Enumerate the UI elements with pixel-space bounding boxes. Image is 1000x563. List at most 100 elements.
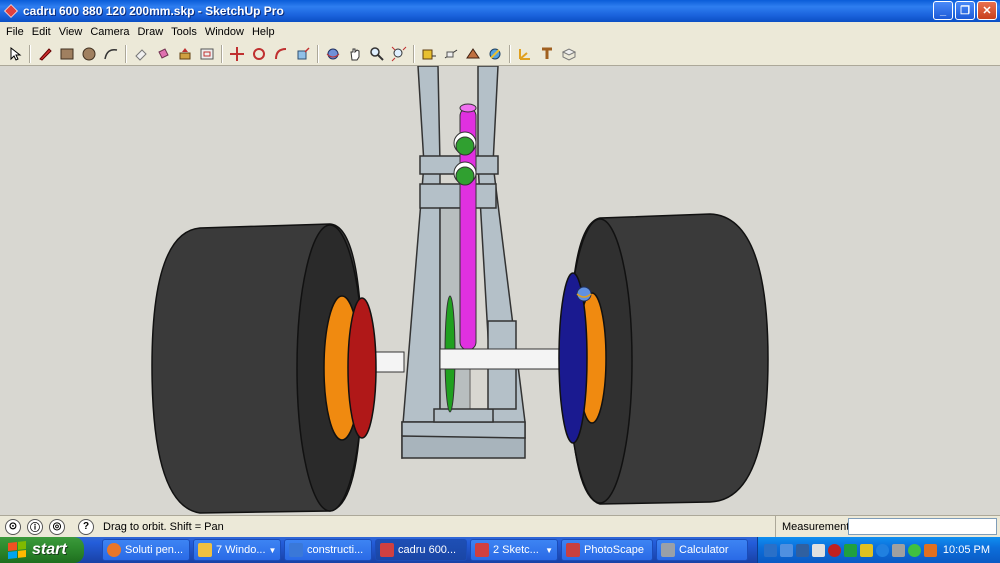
tray-battery-icon[interactable] [924, 543, 937, 557]
push-pull-icon[interactable] [174, 43, 196, 65]
task-label: PhotoScape [584, 544, 644, 556]
tray-network-icon[interactable] [764, 543, 777, 557]
3d-text-icon[interactable] [536, 43, 558, 65]
left-tire [151, 223, 377, 514]
windows-taskbar: start Soluti pen... 7 Windo... ▼ constru… [0, 537, 1000, 563]
drawing-viewport[interactable] [0, 66, 1000, 515]
title-bar[interactable]: cadru 600 880 120 200mm.skp - SketchUp P… [0, 0, 1000, 22]
toolbar-separator [317, 44, 319, 63]
system-tray: 10:05 PM [757, 537, 1000, 563]
dimension-icon[interactable] [440, 43, 462, 65]
start-button[interactable]: start [0, 537, 84, 563]
close-button[interactable]: ✕ [977, 1, 997, 20]
rotate-icon[interactable] [248, 43, 270, 65]
folder-icon [198, 543, 212, 557]
paint-bucket-icon[interactable] [152, 43, 174, 65]
model-canvas[interactable] [0, 66, 1000, 515]
tray-update-icon[interactable] [876, 543, 889, 557]
arc-icon[interactable] [100, 43, 122, 65]
restore-button[interactable]: ❐ [955, 1, 975, 20]
toolbar-separator [125, 44, 127, 63]
credits-icon[interactable]: ⓘ [27, 518, 43, 535]
toolbar-separator [509, 44, 511, 63]
task-sketchup-group[interactable]: 2 Sketc... ▼ [470, 539, 558, 561]
toolbar-separator [413, 44, 415, 63]
task-calculator[interactable]: Calculator [656, 539, 748, 561]
follow-me-icon[interactable] [270, 43, 292, 65]
zoom-icon[interactable] [366, 43, 388, 65]
menu-view[interactable]: View [55, 26, 87, 38]
task-sketchup-active[interactable]: cadru 600... [375, 539, 467, 561]
task-windows-explorer[interactable]: 7 Windo... ▼ [193, 539, 281, 561]
firefox-icon [107, 543, 121, 557]
photoscape-icon [566, 543, 580, 557]
sketchup-window: cadru 600 880 120 200mm.skp - SketchUp P… [0, 0, 1000, 563]
protractor-icon[interactable] [462, 43, 484, 65]
select-icon[interactable] [4, 43, 26, 65]
status-hint: Drag to orbit. Shift = Pan [103, 520, 224, 533]
tape-measure-icon[interactable] [418, 43, 440, 65]
tray-volume-icon[interactable] [812, 543, 825, 557]
pencil-icon[interactable] [34, 43, 56, 65]
zoom-extents-icon[interactable] [388, 43, 410, 65]
menu-bar: File Edit View Camera Draw Tools Window … [0, 22, 1000, 42]
dropdown-arrow-icon: ▼ [268, 545, 277, 555]
move-icon[interactable] [226, 43, 248, 65]
task-label: Soluti pen... [125, 544, 184, 556]
menu-camera[interactable]: Camera [86, 26, 133, 38]
minimize-button[interactable]: _ [933, 1, 953, 20]
task-firefox[interactable]: Soluti pen... [102, 539, 190, 561]
tray-connection-icon[interactable] [892, 543, 905, 557]
text-icon[interactable] [484, 43, 506, 65]
dropdown-arrow-icon: ▼ [545, 545, 553, 555]
task-label: 7 Windo... [216, 544, 266, 556]
measurements-label: Measurements [775, 516, 855, 537]
taskbar-clock[interactable]: 10:05 PM [943, 544, 990, 556]
calculator-icon [661, 543, 675, 557]
menu-file[interactable]: File [2, 26, 28, 38]
scale-icon[interactable] [292, 43, 314, 65]
menu-window[interactable]: Window [201, 26, 248, 38]
right-tire [558, 213, 769, 505]
menu-help[interactable]: Help [248, 26, 279, 38]
window-title: cadru 600 880 120 200mm.skp - SketchUp P… [23, 4, 284, 18]
windows-logo-icon [8, 541, 26, 559]
tray-sync-icon[interactable] [908, 543, 921, 557]
rectangle-icon[interactable] [56, 43, 78, 65]
tray-monitor-icon[interactable] [780, 543, 793, 557]
pan-icon[interactable] [344, 43, 366, 65]
orbit-cursor-icon [576, 286, 592, 302]
geo-location-icon[interactable]: ⊙ [5, 518, 21, 535]
task-label: constructi... [307, 544, 364, 556]
status-bar: ⊙ ⓘ ◎ ? Drag to orbit. Shift = Pan Measu… [0, 515, 1000, 537]
offset-icon[interactable] [196, 43, 218, 65]
section-plane-icon[interactable] [558, 43, 580, 65]
eraser-icon[interactable] [130, 43, 152, 65]
task-photoscape[interactable]: PhotoScape [561, 539, 653, 561]
sketchup-icon [380, 543, 394, 557]
task-document[interactable]: constructi... [284, 539, 372, 561]
circle-icon[interactable] [78, 43, 100, 65]
task-list: Soluti pen... 7 Windo... ▼ constructi...… [102, 539, 748, 561]
task-label: 2 Sketc... [493, 544, 539, 556]
toolbar-separator [221, 44, 223, 63]
menu-draw[interactable]: Draw [133, 26, 167, 38]
document-icon [289, 543, 303, 557]
sketchup-app-icon[interactable] [4, 4, 18, 18]
axes-icon[interactable] [514, 43, 536, 65]
task-label: Calculator [679, 544, 729, 556]
tray-display-icon[interactable] [796, 543, 809, 557]
main-toolbar [0, 42, 1000, 66]
orbit-icon[interactable] [322, 43, 344, 65]
menu-edit[interactable]: Edit [28, 26, 55, 38]
tray-antivirus-icon[interactable] [828, 543, 841, 557]
tray-messenger-icon[interactable] [860, 543, 873, 557]
menu-tools[interactable]: Tools [167, 26, 201, 38]
user-icon[interactable]: ◎ [49, 518, 65, 535]
help-icon[interactable]: ? [78, 518, 94, 535]
measurements-input[interactable] [848, 518, 997, 535]
measurements-area: Measurements [775, 516, 1000, 537]
task-label: cadru 600... [398, 544, 457, 556]
sketchup-icon [475, 543, 489, 557]
tray-shield-icon[interactable] [844, 543, 857, 557]
